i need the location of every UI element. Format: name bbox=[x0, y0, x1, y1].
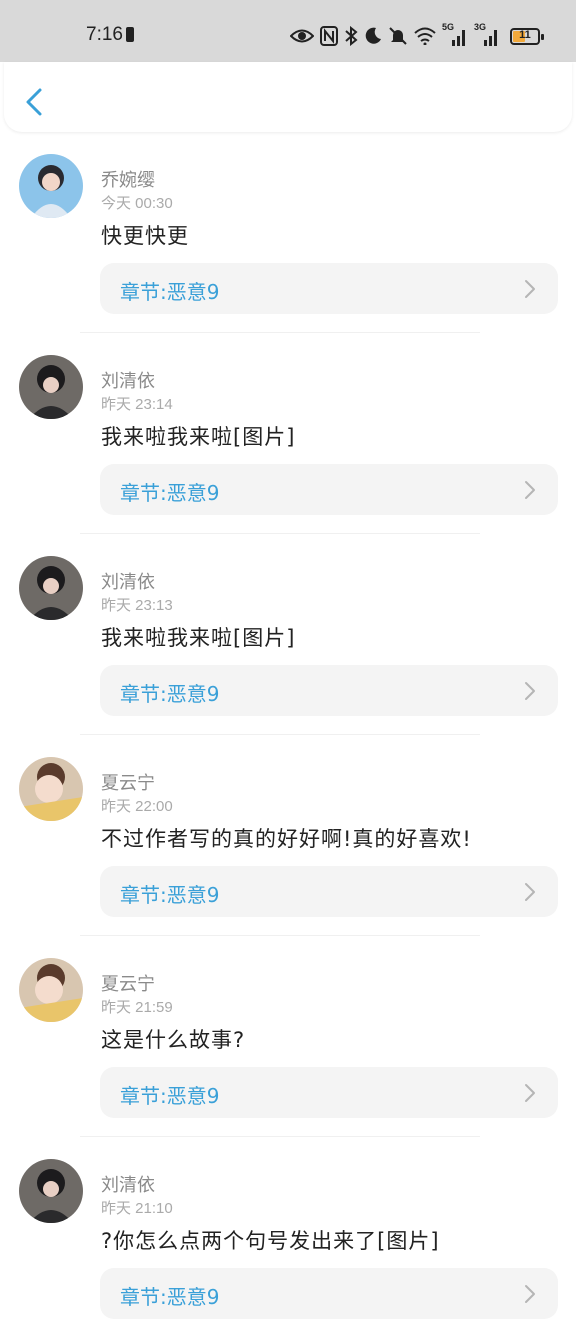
username[interactable]: 刘清依 bbox=[101, 1171, 155, 1197]
chevron-right-icon bbox=[525, 682, 535, 700]
status-bar: 7:16 5G 3G 11 bbox=[0, 0, 576, 62]
chevron-right-icon bbox=[525, 481, 535, 499]
wifi-icon bbox=[414, 27, 436, 45]
battery-level: 11 bbox=[519, 28, 531, 41]
chapter-link[interactable]: 章节:恶意9 bbox=[100, 665, 558, 716]
chapter-label: 章节:恶意9 bbox=[120, 280, 220, 304]
comment-text: 快更快更 bbox=[101, 224, 189, 248]
avatar[interactable] bbox=[19, 154, 83, 218]
chapter-link[interactable]: 章节:恶意9 bbox=[100, 1268, 558, 1319]
network-type-label: 3G bbox=[474, 22, 487, 32]
comment-item: 夏云宁 昨天 22:00 不过作者写的真的好好啊!真的好喜欢! 章节:恶意9 bbox=[0, 735, 576, 936]
comment-text: 这是什么故事? bbox=[101, 1028, 246, 1052]
chapter-label: 章节:恶意9 bbox=[120, 883, 220, 907]
comment-text: 我来啦我来啦[图片] bbox=[101, 425, 296, 449]
comment-item: 刘清依 昨天 23:13 我来啦我来啦[图片] 章节:恶意9 bbox=[0, 534, 576, 735]
comment-time: 昨天 22:00 bbox=[101, 798, 173, 815]
battery-icon: 11 bbox=[510, 27, 544, 45]
signal-icon-2: 3G bbox=[474, 22, 500, 48]
chapter-link[interactable]: 章节:恶意9 bbox=[100, 464, 558, 515]
signal-icon-1: 5G bbox=[442, 22, 468, 48]
comment-item: 乔婉缨 今天 00:30 快更快更 章节:恶意9 bbox=[0, 132, 576, 333]
status-icons: 5G 3G 11 bbox=[290, 22, 544, 50]
avatar[interactable] bbox=[19, 757, 83, 821]
chapter-label: 章节:恶意9 bbox=[120, 1084, 220, 1108]
comment-text: 不过作者写的真的好好啊!真的好喜欢! bbox=[101, 827, 472, 851]
comment-time: 昨天 21:10 bbox=[101, 1200, 173, 1217]
chevron-left-icon bbox=[26, 88, 42, 116]
username[interactable]: 刘清依 bbox=[101, 367, 155, 393]
comment-item: 刘清依 昨天 21:10 ?你怎么点两个句号发出来了[图片] 章节:恶意9 bbox=[0, 1137, 576, 1338]
chapter-link[interactable]: 章节:恶意9 bbox=[100, 263, 558, 314]
chevron-right-icon bbox=[525, 280, 535, 298]
avatar[interactable] bbox=[19, 958, 83, 1022]
network-type-label: 5G bbox=[442, 22, 455, 32]
top-nav-bar bbox=[4, 62, 572, 132]
eye-icon bbox=[290, 29, 314, 43]
mute-bell-icon bbox=[389, 27, 407, 45]
moon-icon bbox=[365, 27, 381, 44]
chevron-right-icon bbox=[525, 1084, 535, 1102]
comment-text: 我来啦我来啦[图片] bbox=[101, 626, 296, 650]
username[interactable]: 刘清依 bbox=[101, 568, 155, 594]
chevron-right-icon bbox=[525, 883, 535, 901]
chapter-label: 章节:恶意9 bbox=[120, 682, 220, 706]
nfc-icon bbox=[320, 26, 338, 46]
username[interactable]: 夏云宁 bbox=[101, 769, 155, 795]
avatar[interactable] bbox=[19, 1159, 83, 1223]
chapter-link[interactable]: 章节:恶意9 bbox=[100, 866, 558, 917]
chapter-label: 章节:恶意9 bbox=[120, 1285, 220, 1309]
avatar[interactable] bbox=[19, 556, 83, 620]
comment-time: 今天 00:30 bbox=[101, 195, 173, 212]
comment-time: 昨天 23:13 bbox=[101, 597, 173, 614]
username[interactable]: 夏云宁 bbox=[101, 970, 155, 996]
bluetooth-icon bbox=[345, 26, 358, 46]
status-time: 7:16 bbox=[86, 24, 123, 45]
comment-list: 乔婉缨 今天 00:30 快更快更 章节:恶意9 刘清依 昨天 23:14 我来… bbox=[0, 132, 576, 1338]
battery-saver-icon bbox=[126, 27, 134, 42]
comment-text: ?你怎么点两个句号发出来了[图片] bbox=[101, 1229, 440, 1253]
username[interactable]: 乔婉缨 bbox=[101, 166, 155, 192]
comment-time: 昨天 21:59 bbox=[101, 999, 173, 1016]
chapter-label: 章节:恶意9 bbox=[120, 481, 220, 505]
back-button[interactable] bbox=[20, 86, 50, 118]
comment-item: 夏云宁 昨天 21:59 这是什么故事? 章节:恶意9 bbox=[0, 936, 576, 1137]
avatar[interactable] bbox=[19, 355, 83, 419]
comment-item: 刘清依 昨天 23:14 我来啦我来啦[图片] 章节:恶意9 bbox=[0, 333, 576, 534]
comment-time: 昨天 23:14 bbox=[101, 396, 173, 413]
chapter-link[interactable]: 章节:恶意9 bbox=[100, 1067, 558, 1118]
chevron-right-icon bbox=[525, 1285, 535, 1303]
